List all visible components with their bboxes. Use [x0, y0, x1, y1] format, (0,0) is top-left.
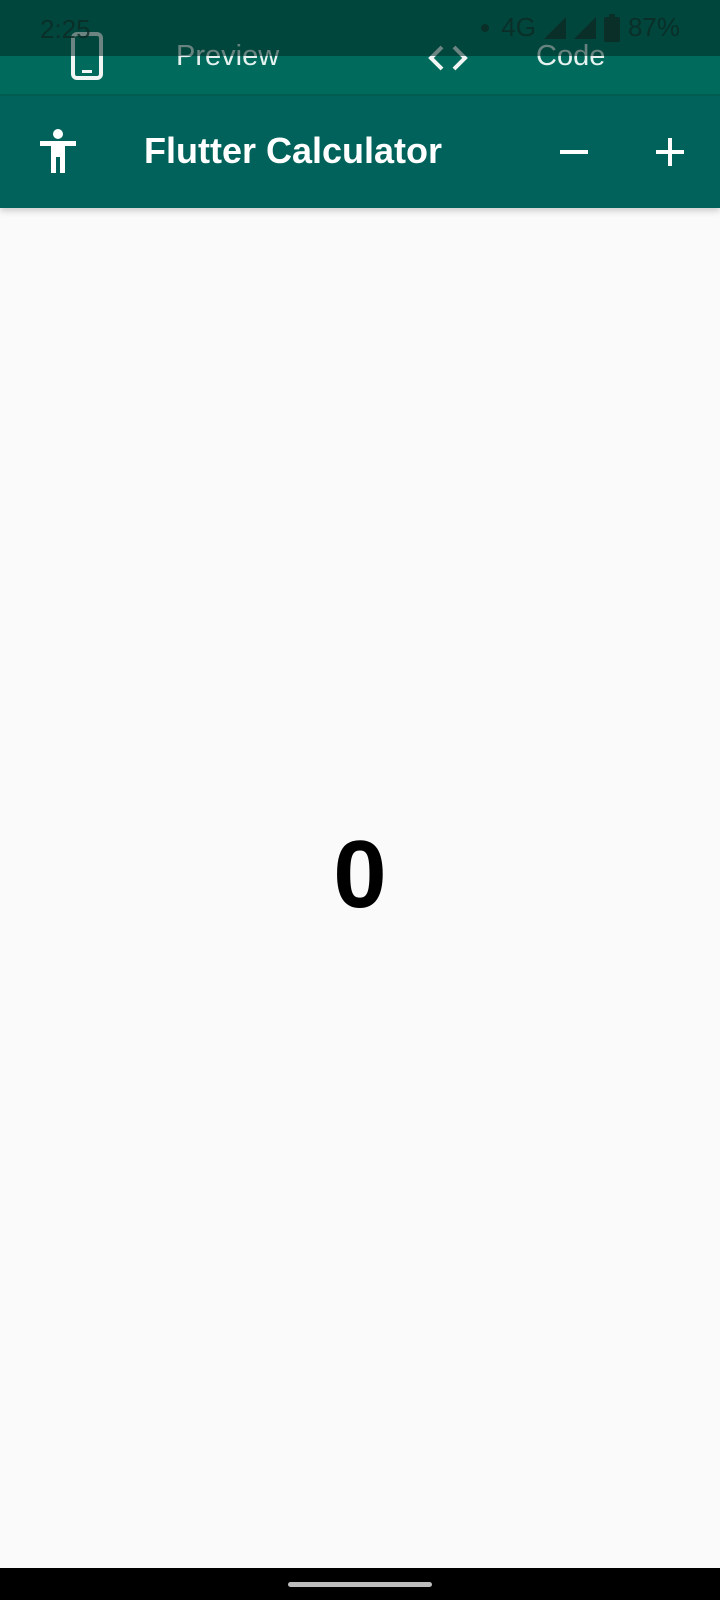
navigation-bar	[0, 1568, 720, 1600]
signal-icon	[573, 16, 596, 39]
zoom-in-button[interactable]	[642, 124, 698, 180]
calculator-display: 0	[333, 821, 387, 928]
minus-icon	[560, 150, 588, 154]
accessibility-icon	[40, 129, 76, 173]
zoom-out-button[interactable]	[546, 124, 602, 180]
app-bar: Flutter Calculator	[0, 96, 720, 208]
status-indicators: 4G 87%	[481, 12, 680, 43]
network-type: 4G	[501, 12, 536, 42]
home-gesture-handle[interactable]	[288, 1582, 432, 1587]
status-time: 2:25	[40, 14, 91, 44]
battery-icon	[603, 13, 620, 42]
signal-icon	[543, 16, 566, 39]
notification-dot-icon	[481, 23, 490, 32]
page-title: Flutter Calculator	[144, 130, 443, 171]
status-bar: 2:25 4G 87%	[0, 0, 720, 56]
screen: Preview Code 2:25 4G 87%	[0, 0, 720, 1600]
plus-icon	[656, 138, 684, 166]
battery-percent: 87%	[627, 12, 680, 42]
accessibility-button[interactable]	[30, 124, 86, 180]
